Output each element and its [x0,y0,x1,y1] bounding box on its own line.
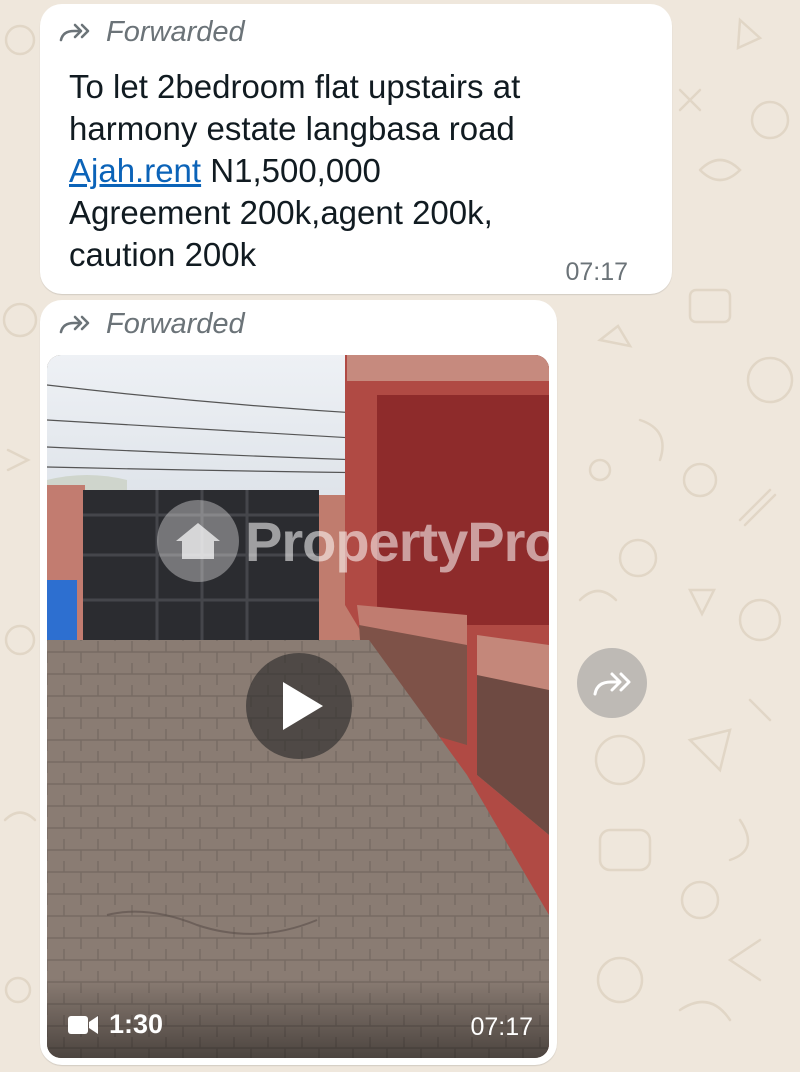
play-button[interactable] [246,653,352,759]
video-duration: 1:30 [67,1009,163,1040]
video-thumbnail[interactable]: PropertyPro 1:30 07:17 [47,355,549,1058]
forward-share-icon [593,672,631,696]
double-arrow-forward-icon [58,20,92,46]
message-line: Ajah.rent N1,500,000 [69,150,629,192]
message-line: To let 2bedroom flat upstairs at [69,68,521,105]
forwarded-label: Forwarded [106,308,245,340]
message-bubble-text[interactable]: Forwarded To let 2bedroom flat upstairs … [40,4,672,294]
message-line: harmony estate langbasa road [69,110,515,147]
forward-share-button[interactable] [577,648,647,718]
forwarded-indicator: Forwarded [58,308,245,341]
message-link[interactable]: Ajah.rent [69,152,201,189]
play-icon [283,682,323,730]
video-camera-icon [68,1015,98,1034]
message-line: Agreement 200k,agent 200k, [69,194,493,231]
double-arrow-forward-icon [58,312,92,338]
message-bubble-video[interactable]: Forwarded PropertyPro 1:30 07:17 [40,300,557,1065]
message-line: caution 200k [69,236,257,273]
video-duration-text: 1:30 [109,1009,164,1039]
forwarded-label: Forwarded [106,16,245,48]
message-timestamp: 07:17 [565,258,628,286]
watermark-text: PropertyPro [245,509,549,573]
message-price: N1,500,000 [201,152,381,189]
video-watermark: PropertyPro [157,500,549,582]
house-logo-icon [157,500,239,582]
message-text: To let 2bedroom flat upstairs at harmony… [69,66,629,276]
message-timestamp: 07:17 [470,1013,533,1041]
forwarded-indicator: Forwarded [58,16,245,49]
